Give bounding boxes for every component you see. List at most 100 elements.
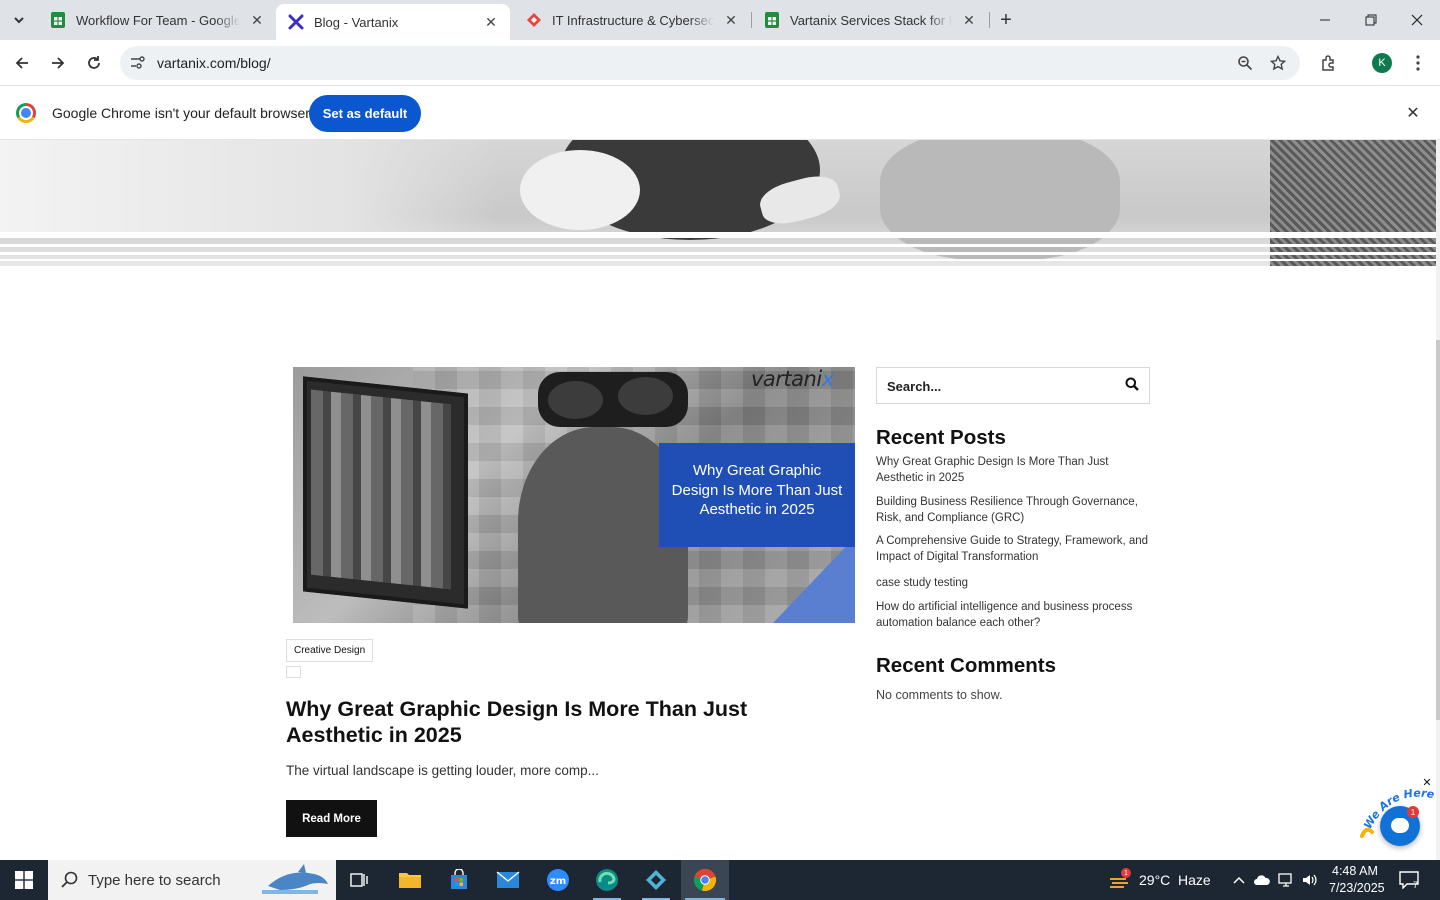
recent-posts-heading: Recent Posts [876,426,1006,449]
weather-badge: 1 [1121,868,1131,878]
close-icon[interactable]: ✕ [1404,104,1422,122]
stack-icon [526,12,542,28]
tab-blog-vartanix[interactable]: Blog - Vartanix ✕ [276,4,510,40]
store-icon [451,869,467,889]
folder-icon [399,873,421,888]
start-button[interactable] [0,860,48,900]
tab-title: Vartanix Services Stack for Blog [790,12,952,28]
clock-time[interactable]: 4:48 AM [1332,864,1378,878]
new-tab-button[interactable]: + [994,9,1018,31]
recent-post-link[interactable]: A Comprehensive Guide to Strategy, Frame… [876,533,1156,565]
windows-icon [15,871,33,889]
browser-toolbar: vartanix.com/blog/ K [0,40,1440,86]
taskbar-search-box[interactable]: Type here to search [48,860,336,900]
weather-temperature[interactable]: 29°C [1139,872,1170,888]
category-tag[interactable]: Creative Design [286,639,374,662]
mail-button[interactable] [484,860,532,900]
close-icon[interactable]: ✕ [960,11,978,29]
edge-button[interactable] [583,860,631,900]
tab-separator [989,12,990,28]
windows-taskbar: Type here to search zm 1 29°C Haze 4:48 … [0,860,1440,900]
post-featured-image[interactable]: Why Great Graphic Design Is More Than Ju… [293,367,855,623]
chrome-icon [693,868,717,892]
chat-unread-badge: 1 [1407,806,1419,818]
recent-post-link[interactable]: Building Business Resilience Through Gov… [876,494,1156,526]
chevron-down-icon [14,17,24,24]
network-icon[interactable] [1278,871,1296,889]
file-explorer-button[interactable] [386,860,434,900]
sheets-icon [50,12,66,28]
onedrive-icon[interactable] [1253,871,1271,889]
recent-post-link[interactable]: How do artificial intelligence and busin… [876,599,1156,631]
sidebar-search [876,367,1150,404]
zoom-app-button[interactable]: zm [534,860,582,900]
set-as-default-button[interactable]: Set as default [309,95,421,132]
taskbar-search-placeholder: Type here to search [88,872,221,889]
address-bar[interactable]: vartanix.com/blog/ [120,46,1300,80]
back-button[interactable] [8,49,36,77]
reload-icon [88,56,100,69]
chevron-up-icon[interactable] [1230,871,1248,889]
plus-icon: + [1000,8,1012,31]
tab-title: IT Infrastructure & Cybersecurit [552,12,714,28]
vartanix-logo: vartanix [751,367,834,391]
search-icon [61,871,78,888]
restore-icon [1365,14,1377,26]
clock-date[interactable]: 7/23/2025 [1329,881,1385,895]
vartanix-icon [288,14,304,30]
minimize-icon [1320,19,1330,21]
no-comments-text: No comments to show. [876,688,1003,702]
search-input[interactable] [887,377,1107,395]
broken-image-placeholder [286,666,301,678]
bookmark-star-icon[interactable] [1268,53,1288,73]
reload-button[interactable] [80,49,108,77]
task-view-icon [350,873,368,887]
close-icon[interactable]: ✕ [248,11,266,29]
arrow-right-icon [52,57,65,69]
search-highlight-dolphin-icon [262,864,328,894]
zoom-app-icon: zm [547,869,569,891]
tab-it-infrastructure[interactable]: IT Infrastructure & Cybersecurit ✕ [514,4,750,36]
chrome-logo-icon [16,103,36,123]
profile-avatar[interactable]: K [1372,53,1392,73]
infobar-message: Google Chrome isn't your default browser [52,105,310,121]
close-icon[interactable]: ✕ [722,11,740,29]
minimize-button[interactable] [1302,0,1348,40]
volume-icon[interactable] [1301,871,1319,889]
tab-search-button[interactable] [6,8,32,32]
recent-post-link[interactable]: case study testing [876,575,1156,591]
tab-strip: Workflow For Team - Google Sh ✕ Blog - V… [0,0,1440,40]
vscode-like-app-button[interactable] [632,860,680,900]
tab-title: Blog - Vartanix [314,14,399,30]
extensions-icon[interactable] [1318,52,1340,74]
tab-services-stack[interactable]: Vartanix Services Stack for Blog ✕ [752,4,988,36]
mail-icon [496,871,520,888]
search-icon[interactable] [1125,377,1141,393]
close-window-button[interactable] [1394,0,1440,40]
tab-workflow[interactable]: Workflow For Team - Google Sh ✕ [38,4,276,36]
recent-post-link[interactable]: Why Great Graphic Design Is More Than Ju… [876,454,1156,486]
recent-comments-heading: Recent Comments [876,654,1056,677]
chrome-button[interactable] [681,860,729,900]
post-excerpt: The virtual landscape is getting louder,… [286,763,599,778]
image-overlay-text: Why Great Graphic Design Is More Than Ju… [671,462,843,518]
tab-title: Workflow For Team - Google Sh [76,12,240,28]
edge-icon [596,869,618,891]
task-view-button[interactable] [336,860,384,900]
svg-text:zm: zm [550,876,566,887]
url-text[interactable]: vartanix.com/blog/ [157,55,271,71]
post-title[interactable]: Why Great Graphic Design Is More Than Ju… [286,696,846,748]
sheets-icon [764,12,780,28]
default-browser-infobar: Google Chrome isn't your default browser… [0,87,1440,140]
read-more-button[interactable]: Read More [286,800,377,837]
scrollbar-thumb[interactable] [1436,340,1440,720]
more-menu-icon[interactable] [1407,52,1429,74]
site-info-icon[interactable] [128,53,148,73]
restore-button[interactable] [1348,0,1394,40]
zoom-icon[interactable] [1235,53,1255,73]
arrow-left-icon [15,57,28,69]
weather-description[interactable]: Haze [1178,872,1211,888]
microsoft-store-button[interactable] [435,860,483,900]
forward-button[interactable] [44,49,72,77]
close-icon[interactable]: ✕ [482,13,500,31]
